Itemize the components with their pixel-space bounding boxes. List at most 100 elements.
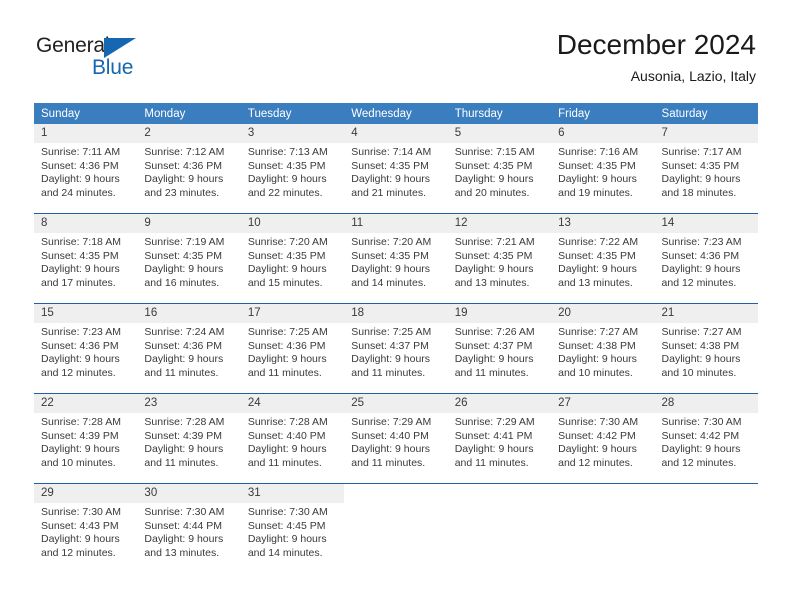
day-number[interactable]: 11 <box>344 214 447 233</box>
day-cell: Sunrise: 7:30 AM Sunset: 4:43 PM Daylight:… <box>34 503 137 573</box>
day-daylight-line1-text: Daylight: 9 hours <box>144 533 224 546</box>
day-cell: Sunrise: 7:27 AM Sunset: 4:38 PM Daylight:… <box>655 323 758 393</box>
day-sunrise-text: Sunrise: 7:15 AM <box>454 146 535 158</box>
day-daylight-line2-text: and 21 minutes. <box>351 186 426 199</box>
day-daylight-line2-text: and 16 minutes. <box>144 276 220 289</box>
day-number[interactable]: 6 <box>551 124 654 143</box>
day-number[interactable]: 24 <box>241 394 344 413</box>
weekday-header-sunday: Sunday <box>41 108 81 120</box>
calendar-week-row: 1 2 3 4 5 6 7 Sunrise: 7:11 AM Sunset: 4:36 PM Da… <box>34 124 758 213</box>
day-sunrise-text: Sunrise: 7:22 AM <box>558 236 639 248</box>
day-sunrise-text: Sunrise: 7:20 AM <box>247 236 328 248</box>
day-daylight-line2-text: and 11 minutes. <box>351 366 426 379</box>
general-blue-logo[interactable]: General Blue <box>36 34 166 82</box>
day-number[interactable]: 30 <box>137 484 241 503</box>
day-sunrise-text: Sunrise: 7:23 AM <box>41 326 121 338</box>
logo-triangle-icon <box>104 38 136 58</box>
day-sunrise-text: Sunrise: 7:13 AM <box>247 146 328 158</box>
day-sunset-text: Sunset: 4:38 PM <box>558 339 636 352</box>
day-daylight-line1-text: Daylight: 9 hours <box>661 263 741 276</box>
day-sunrise-text: Sunrise: 7:28 AM <box>247 416 328 428</box>
day-sunrise-text: Sunrise: 7:25 AM <box>247 326 328 338</box>
day-daylight-line2-text: and 10 minutes. <box>41 456 116 469</box>
day-sunrise-text: Sunrise: 7:18 AM <box>41 236 121 248</box>
day-sunset-text: Sunset: 4:38 PM <box>661 339 740 352</box>
day-cell: Sunrise: 7:22 AM Sunset: 4:35 PM Daylight:… <box>551 233 654 303</box>
day-cell: Sunrise: 7:20 AM Sunset: 4:35 PM Daylight:… <box>344 233 447 303</box>
day-number[interactable]: 15 <box>34 304 137 323</box>
day-sunset-text: Sunset: 4:37 PM <box>351 339 429 352</box>
weekday-header-monday: Monday <box>144 108 186 120</box>
day-sunset-text: Sunset: 4:45 PM <box>247 519 326 532</box>
day-sunset-text: Sunset: 4:36 PM <box>247 339 326 352</box>
day-sunrise-text: Sunrise: 7:30 AM <box>247 506 328 518</box>
day-number[interactable]: 14 <box>655 214 758 233</box>
day-daylight-line1-text: Daylight: 9 hours <box>247 443 327 456</box>
day-number[interactable]: 3 <box>241 124 344 143</box>
day-number[interactable]: 12 <box>448 214 551 233</box>
day-cell: Sunrise: 7:26 AM Sunset: 4:37 PM Daylight:… <box>448 323 551 393</box>
day-number[interactable]: 19 <box>448 304 551 323</box>
day-daylight-line2-text: and 10 minutes. <box>558 366 633 379</box>
day-number[interactable]: 29 <box>34 484 138 503</box>
day-number[interactable]: 20 <box>551 304 654 323</box>
day-daylight-line2-text: and 13 minutes. <box>454 276 530 289</box>
day-number[interactable]: 17 <box>241 304 344 323</box>
week-detail-band: Sunrise: 7:11 AM Sunset: 4:36 PM Daylight:… <box>34 143 758 213</box>
day-sunset-text: Sunset: 4:35 PM <box>558 159 636 172</box>
week-detail-band: Sunrise: 7:28 AM Sunset: 4:39 PM Daylight:… <box>34 413 758 483</box>
day-sunrise-text: Sunrise: 7:12 AM <box>144 146 225 158</box>
weekday-header-saturday: Saturday <box>661 108 708 120</box>
calendar-week-row: 29 30 31 Sunrise: 7:30 AM Sunset: 4:43 PM Day… <box>34 483 758 573</box>
day-daylight-line1-text: Daylight: 9 hours <box>351 443 431 456</box>
day-number[interactable]: 28 <box>655 394 758 413</box>
day-number[interactable]: 25 <box>344 394 447 413</box>
page-header: General Blue December 2024 Ausonia, Lazi… <box>0 0 792 96</box>
day-number[interactable]: 21 <box>655 304 758 323</box>
day-cell: Sunrise: 7:18 AM Sunset: 4:35 PM Daylight:… <box>34 233 137 303</box>
day-sunset-text: Sunset: 4:35 PM <box>454 159 533 172</box>
day-daylight-line1-text: Daylight: 9 hours <box>661 443 741 456</box>
day-daylight-line1-text: Daylight: 9 hours <box>41 173 120 186</box>
day-sunset-text: Sunset: 4:42 PM <box>558 429 636 442</box>
day-number[interactable]: 9 <box>137 214 240 233</box>
day-daylight-line1-text: Daylight: 9 hours <box>661 353 741 366</box>
day-number[interactable]: 1 <box>34 124 137 143</box>
day-daylight-line1-text: Daylight: 9 hours <box>454 173 534 186</box>
day-number[interactable]: 22 <box>34 394 137 413</box>
day-daylight-line1-text: Daylight: 9 hours <box>247 353 327 366</box>
day-number[interactable]: 8 <box>34 214 137 233</box>
day-number[interactable]: 10 <box>241 214 344 233</box>
title-block: December 2024 Ausonia, Lazio, Italy <box>557 28 756 86</box>
day-number[interactable]: 26 <box>448 394 551 413</box>
day-cell: Sunrise: 7:21 AM Sunset: 4:35 PM Daylight:… <box>448 233 551 303</box>
day-sunrise-text: Sunrise: 7:28 AM <box>41 416 121 428</box>
day-cell: Sunrise: 7:28 AM Sunset: 4:39 PM Daylight:… <box>137 413 240 483</box>
day-sunset-text: Sunset: 4:35 PM <box>41 249 119 262</box>
day-daylight-line2-text: and 15 minutes. <box>247 276 323 289</box>
day-sunset-text: Sunset: 4:44 PM <box>144 519 223 532</box>
day-daylight-line2-text: and 18 minutes. <box>661 186 737 199</box>
day-cell: Sunrise: 7:14 AM Sunset: 4:35 PM Daylight:… <box>344 143 447 213</box>
week-detail-band: Sunrise: 7:18 AM Sunset: 4:35 PM Daylight:… <box>34 233 758 303</box>
day-number[interactable]: 31 <box>240 484 345 503</box>
day-number[interactable]: 18 <box>344 304 447 323</box>
day-number[interactable]: 23 <box>137 394 240 413</box>
day-number[interactable]: 5 <box>448 124 551 143</box>
day-cell: Sunrise: 7:11 AM Sunset: 4:36 PM Daylight:… <box>34 143 137 213</box>
day-cell-empty <box>551 503 654 573</box>
day-number[interactable]: 16 <box>137 304 240 323</box>
day-number-empty <box>551 484 654 503</box>
day-daylight-line2-text: and 22 minutes. <box>247 186 323 199</box>
day-number[interactable]: 2 <box>137 124 240 143</box>
day-sunrise-text: Sunrise: 7:20 AM <box>351 236 432 248</box>
calendar-week-row: 15 16 17 18 19 20 21 Sunrise: 7:23 AM Sunset: 4:… <box>34 303 758 393</box>
day-number[interactable]: 4 <box>344 124 447 143</box>
day-sunset-text: Sunset: 4:37 PM <box>454 339 533 352</box>
day-number[interactable]: 13 <box>551 214 654 233</box>
day-number[interactable]: 7 <box>655 124 758 143</box>
weekday-header-tuesday: Tuesday <box>247 108 292 120</box>
day-daylight-line1-text: Daylight: 9 hours <box>41 263 120 276</box>
day-daylight-line1-text: Daylight: 9 hours <box>144 263 224 276</box>
day-number[interactable]: 27 <box>551 394 654 413</box>
